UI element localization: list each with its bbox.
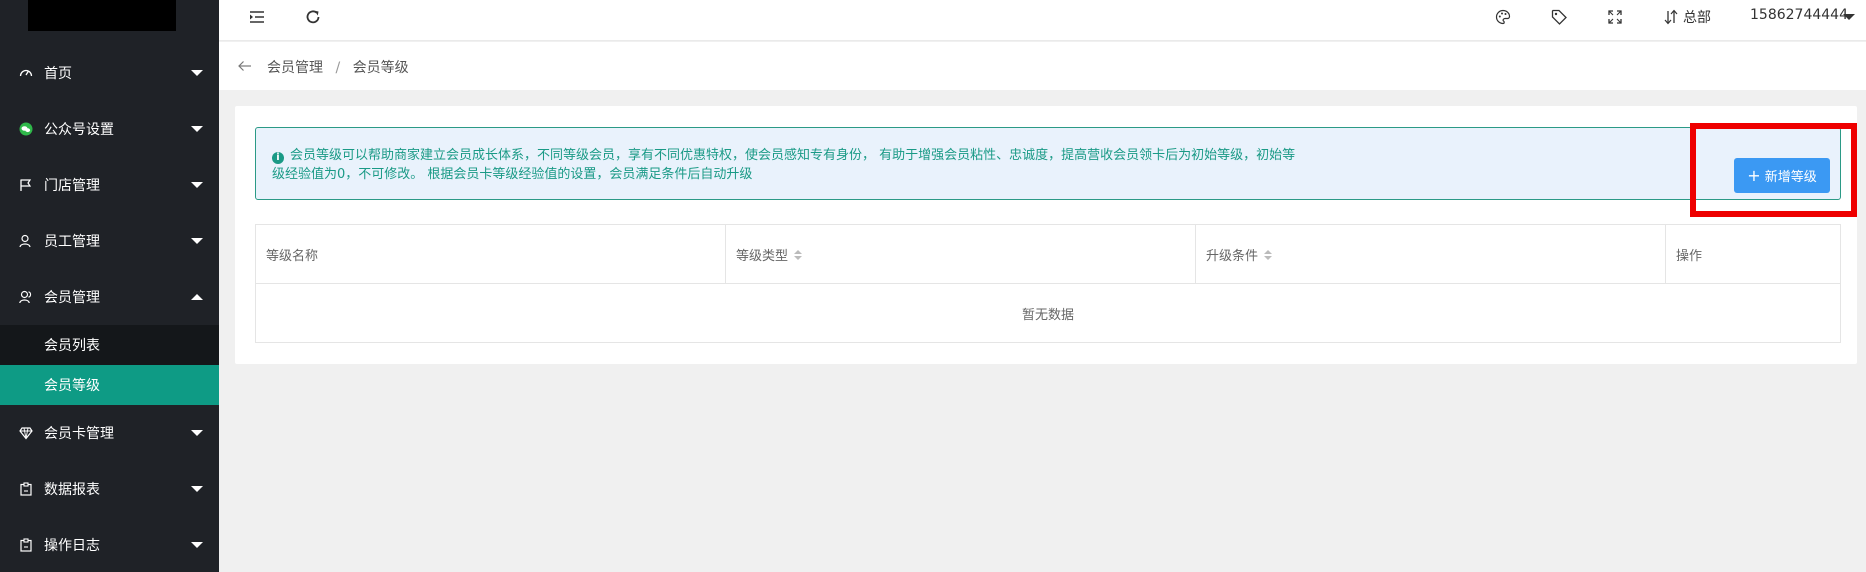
menu-fold-icon[interactable] <box>247 7 267 27</box>
sidebar-item-label: 会员卡管理 <box>44 426 114 442</box>
empty-state: 暂无数据 <box>1021 308 1074 323</box>
column-header-label: 升级条件 <box>1206 249 1259 264</box>
sidebar-item-reports[interactable]: 数据报表 <box>0 461 219 517</box>
sidebar-subitem-member-list[interactable]: 会员列表 <box>0 325 219 365</box>
chevron-down-icon <box>191 542 203 548</box>
sidebar-subitem-label: 会员列表 <box>44 338 100 354</box>
store-name[interactable]: 总部 <box>1683 7 1711 27</box>
diamond-icon <box>18 425 34 441</box>
info-icon: i <box>272 152 284 164</box>
sort-icon[interactable] <box>794 249 803 260</box>
column-header-label: 操作 <box>1676 249 1703 264</box>
back-arrow-icon[interactable] <box>235 56 255 76</box>
chevron-up-icon <box>191 294 203 300</box>
sidebar-item-label: 员工管理 <box>44 234 100 250</box>
sidebar-item-label: 操作日志 <box>44 538 100 554</box>
column-header-label: 等级名称 <box>266 249 319 264</box>
chevron-down-icon <box>191 70 203 76</box>
plus-icon: + <box>1747 165 1761 185</box>
sidebar-item-store[interactable]: 门店管理 <box>0 157 219 213</box>
sidebar-item-member[interactable]: 会员管理 <box>0 269 219 325</box>
column-header-level-type[interactable]: 等级类型 <box>726 225 1196 284</box>
sidebar-item-label: 会员管理 <box>44 290 100 306</box>
flag-icon <box>18 177 34 193</box>
add-level-label: 新增等级 <box>1764 170 1817 185</box>
breadcrumb-bar: 会员管理 / 会员等级 <box>219 42 1866 90</box>
sidebar-item-staff[interactable]: 员工管理 <box>0 213 219 269</box>
chevron-down-icon <box>191 182 203 188</box>
sidebar-subitem-member-level[interactable]: 会员等级 <box>0 365 219 405</box>
fullscreen-icon[interactable] <box>1605 7 1625 27</box>
sidebar-item-label: 门店管理 <box>44 178 100 194</box>
sidebar: 首页 公众号设置 门店管理 员工管理 会员管理 会员列表 会员等级 会员卡管理 … <box>0 0 219 572</box>
switch-store-icon[interactable] <box>1661 7 1681 27</box>
sidebar-item-logs[interactable]: 操作日志 <box>0 517 219 572</box>
wechat-icon <box>18 121 34 137</box>
sidebar-menu: 首页 公众号设置 门店管理 员工管理 会员管理 会员列表 会员等级 会员卡管理 … <box>0 45 219 572</box>
breadcrumb: 会员管理 / 会员等级 <box>267 57 409 77</box>
sidebar-item-home[interactable]: 首页 <box>0 45 219 101</box>
clipboard-icon <box>18 537 34 553</box>
caret-down-icon[interactable] <box>1839 7 1859 27</box>
tag-icon[interactable] <box>1549 7 1569 27</box>
notice-text: i 会员等级可以帮助商家建立会员成长体系，不同等级会员，享有不同优惠特权，使会员感… <box>272 146 1432 184</box>
theme-palette-icon[interactable] <box>1493 7 1513 27</box>
member-submenu: 会员列表 会员等级 <box>0 325 219 405</box>
breadcrumb-separator: / <box>335 60 341 76</box>
column-header-level-name: 等级名称 <box>256 225 726 284</box>
table-header: 等级名称 等级类型 升级条件 操作 <box>256 225 1840 284</box>
column-header-upgrade-condition[interactable]: 升级条件 <box>1196 225 1666 284</box>
column-header-label: 等级类型 <box>736 249 789 264</box>
sidebar-item-wechat[interactable]: 公众号设置 <box>0 101 219 157</box>
sort-icon[interactable] <box>1264 249 1273 260</box>
clipboard-icon <box>18 481 34 497</box>
breadcrumb-current: 会员等级 <box>352 60 409 76</box>
notice-line-2: 级经验值为0，不可修改。 根据会员卡等级经验值的设置，会员满足条件后自动升级 <box>272 167 753 182</box>
dashboard-icon <box>18 65 34 81</box>
topbar: 总部 15862744444 <box>219 0 1866 41</box>
chevron-down-icon <box>191 126 203 132</box>
sidebar-item-label: 公众号设置 <box>44 122 114 138</box>
sidebar-item-member-card[interactable]: 会员卡管理 <box>0 405 219 461</box>
sidebar-item-label: 首页 <box>44 66 72 82</box>
add-level-button[interactable]: + 新增等级 <box>1734 158 1830 193</box>
user-icon <box>18 233 34 249</box>
sidebar-item-label: 数据报表 <box>44 482 100 498</box>
chevron-down-icon <box>191 486 203 492</box>
account-name[interactable]: 15862744444 <box>1750 7 1848 23</box>
sidebar-subitem-label: 会员等级 <box>44 378 100 394</box>
info-notice: i 会员等级可以帮助商家建立会员成长体系，不同等级会员，享有不同优惠特权，使会员感… <box>255 123 1857 217</box>
chevron-down-icon <box>191 430 203 436</box>
notice-line-1: 会员等级可以帮助商家建立会员成长体系，不同等级会员，享有不同优惠特权，使会员感知… <box>290 148 1296 163</box>
content-card: i 会员等级可以帮助商家建立会员成长体系，不同等级会员，享有不同优惠特权，使会员感… <box>235 106 1857 364</box>
breadcrumb-parent[interactable]: 会员管理 <box>267 60 323 76</box>
users-icon <box>18 289 34 305</box>
refresh-icon[interactable] <box>303 7 323 27</box>
level-table: 等级名称 等级类型 升级条件 操作 暂无数据 <box>255 224 1841 343</box>
logo[interactable] <box>28 0 176 31</box>
column-header-actions: 操作 <box>1666 225 1840 284</box>
chevron-down-icon <box>191 238 203 244</box>
